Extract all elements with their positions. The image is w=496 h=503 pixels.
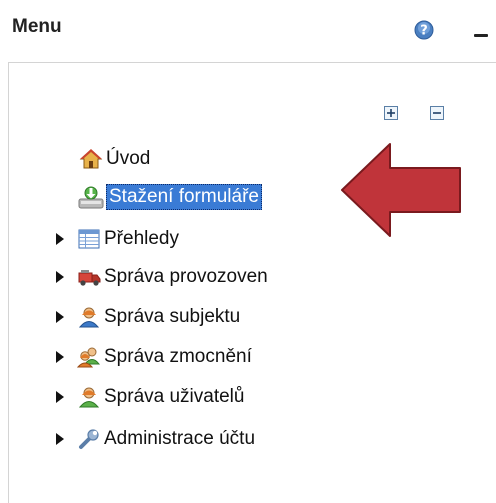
table-icon xyxy=(76,227,102,251)
tree-item-administrace-uctu[interactable]: Administrace účtu xyxy=(56,426,255,452)
wrench-icon xyxy=(76,427,102,451)
tree-item-sprava-subjektu[interactable]: Správa subjektu xyxy=(56,304,240,330)
menu-header: Menu ? xyxy=(0,0,496,56)
users-icon xyxy=(76,345,102,369)
tree-item-label: Administrace účtu xyxy=(104,428,256,449)
help-icon[interactable]: ? xyxy=(414,20,434,40)
tree-item-prehledy[interactable]: Přehledy xyxy=(56,226,179,252)
user-green-icon xyxy=(76,385,102,409)
tree-item-uvod[interactable]: Úvod xyxy=(78,146,150,172)
minimize-icon[interactable] xyxy=(474,34,488,37)
tree-item-sprava-zmocneni[interactable]: Správa zmocnění xyxy=(56,344,252,370)
home-icon xyxy=(78,147,104,171)
expand-arrow-icon[interactable] xyxy=(56,384,70,410)
expand-arrow-icon[interactable] xyxy=(56,264,70,290)
expand-arrow-icon[interactable] xyxy=(56,344,70,370)
tree-item-sprava-uzivatelu[interactable]: Správa uživatelů xyxy=(56,384,244,410)
tree-item-sprava-provozoven[interactable]: Správa provozoven xyxy=(56,264,268,290)
expand-arrow-icon[interactable] xyxy=(56,304,70,330)
tree-item-label: Správa subjektu xyxy=(104,306,241,327)
tree-item-label: Správa provozoven xyxy=(104,266,268,287)
annotation-arrow-icon xyxy=(341,143,461,237)
expand-all-icon[interactable] xyxy=(384,106,398,120)
collapse-all-icon[interactable] xyxy=(430,106,444,120)
tree-item-label: Správa zmocnění xyxy=(104,346,252,367)
expand-arrow-icon[interactable] xyxy=(56,226,70,252)
download-form-icon xyxy=(78,185,104,209)
tree-item-stazeni-formulare[interactable]: Stažení formuláře xyxy=(78,184,262,210)
tree-item-label: Přehledy xyxy=(104,228,179,249)
tree-item-label: Stažení formuláře xyxy=(106,184,262,210)
tree-item-label: Úvod xyxy=(106,148,151,169)
expand-arrow-icon[interactable] xyxy=(56,426,70,452)
menu-title: Menu xyxy=(12,16,62,37)
tree-item-label: Správa uživatelů xyxy=(104,386,245,407)
svg-text:?: ? xyxy=(420,24,428,39)
user-icon xyxy=(76,305,102,329)
truck-icon xyxy=(76,265,102,289)
